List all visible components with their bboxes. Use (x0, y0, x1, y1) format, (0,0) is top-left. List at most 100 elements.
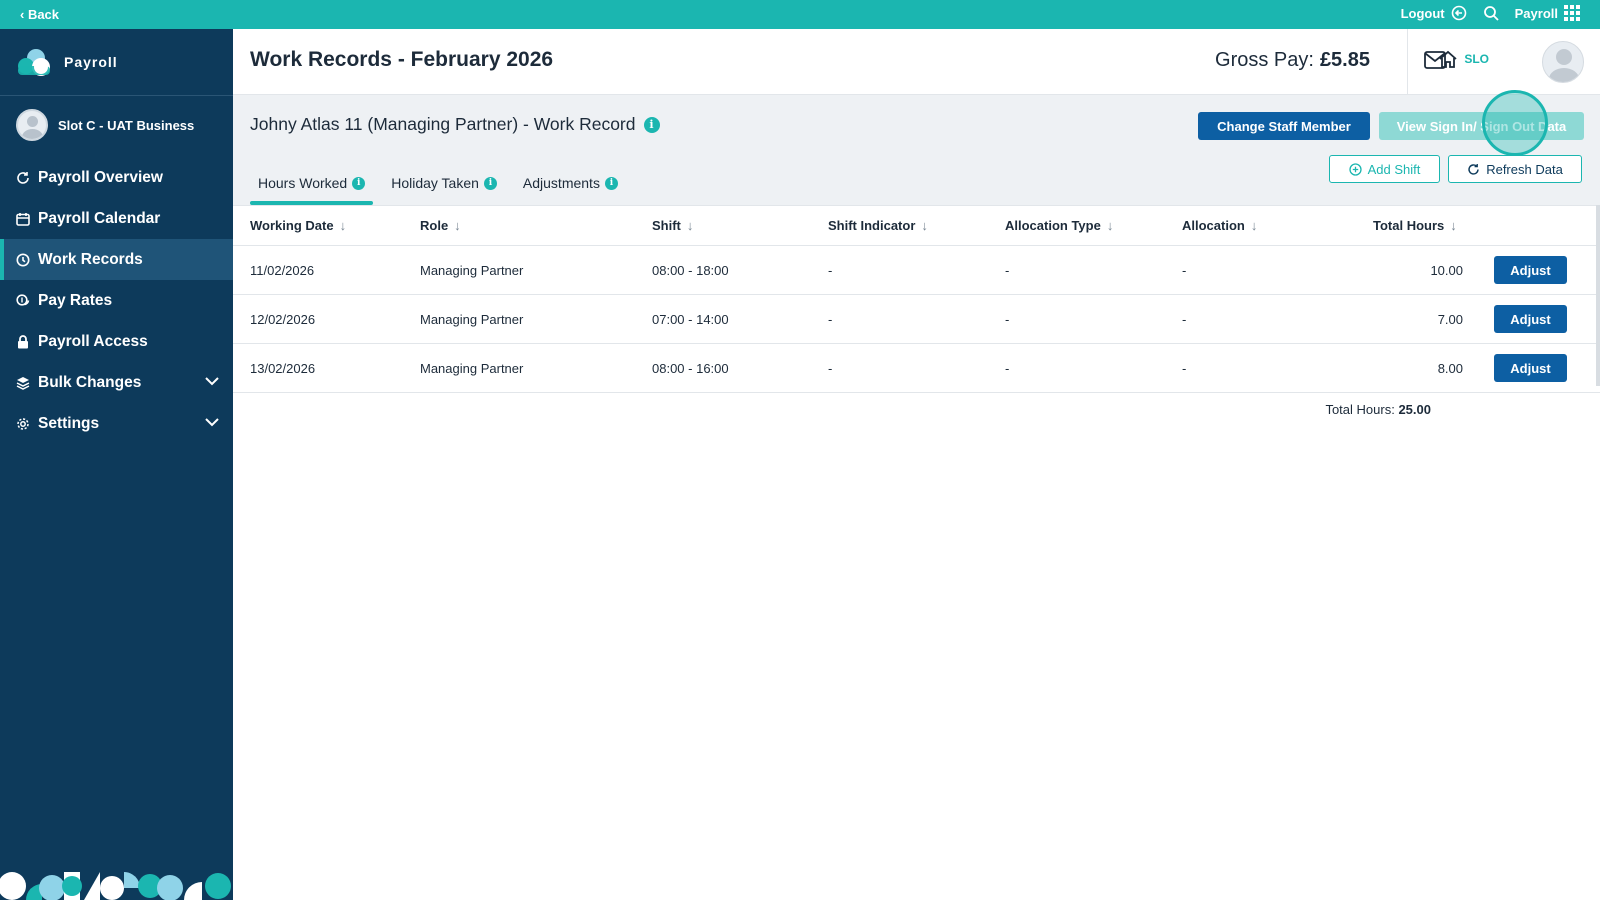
sort-arrow-icon: ↓ (339, 218, 347, 233)
lock-icon (18, 334, 28, 348)
grid-icon (1564, 5, 1580, 21)
column-header-allocation[interactable]: Allocation ↓ (1182, 206, 1257, 245)
column-header-shift-indicator[interactable]: Shift Indicator ↓ (828, 206, 928, 245)
cell-working-date: 13/02/2026 (250, 360, 316, 376)
sidebar-item-label: Work Records (38, 250, 143, 268)
search-icon[interactable] (1483, 5, 1499, 21)
sort-arrow-icon: ↓ (1250, 218, 1258, 233)
sidebar-item-label: Payroll Calendar (38, 209, 161, 227)
app-switcher[interactable]: Payroll (1515, 5, 1580, 21)
brand[interactable]: Payroll (16, 45, 118, 79)
adjust-button[interactable]: Adjust (1494, 305, 1567, 333)
business-name: Slot C - UAT Business (58, 117, 195, 133)
business-avatar (16, 109, 48, 141)
sidebar-item-pay-rates[interactable]: Pay Rates (0, 280, 233, 321)
cell-shift-indicator: - (828, 360, 833, 376)
sort-arrow-icon: ↓ (921, 218, 928, 233)
cell-allocation-type: - (1005, 311, 1010, 327)
home-link[interactable]: SLO (1438, 50, 1489, 68)
record-title-text: Johny Atlas 11 (Managing Partner) - Work… (250, 114, 636, 134)
tab-adjustments[interactable]: Adjustments i (515, 161, 626, 205)
work-records-table: Working Date ↓ Role ↓ Shift ↓ Shift Indicat… (233, 205, 1600, 393)
tab-holiday-taken[interactable]: Holiday Taken i (383, 161, 505, 205)
cell-shift: 07:00 - 14:00 (652, 311, 729, 327)
record-tabs: Hours Worked i Holiday Taken i Adjustmen… (250, 161, 636, 205)
cell-role: Managing Partner (420, 311, 524, 327)
sidebar-item-payroll-calendar[interactable]: Payroll Calendar (0, 198, 233, 239)
column-header-shift[interactable]: Shift ↓ (652, 206, 693, 245)
table-row: 11/02/2026 Managing Partner 08:00 - 18:0… (233, 246, 1600, 295)
sidebar-item-work-records[interactable]: Work Records (0, 239, 233, 280)
cell-allocation-type: - (1005, 360, 1010, 376)
clock-icon (16, 253, 30, 266)
column-header-total-hours[interactable]: Total Hours ↓ (1373, 206, 1457, 245)
cell-total-hours: 8.00 (1437, 360, 1463, 376)
total-hours-value: 25.00 (1398, 402, 1431, 417)
logout-button[interactable]: Logout (1401, 5, 1467, 21)
sort-arrow-icon: ↓ (1450, 218, 1457, 233)
add-shift-button[interactable]: Add Shift (1329, 155, 1440, 183)
view-sign-in-out-button[interactable]: View Sign In/ Sign Out Data (1379, 112, 1584, 140)
gross-pay: Gross Pay: £5.85 (1215, 49, 1370, 72)
cell-allocation-type: - (1005, 262, 1010, 278)
main-content: Johny Atlas 11 (Managing Partner) - Work… (233, 90, 1600, 900)
sidebar-divider (0, 95, 233, 96)
business-selector[interactable]: Slot C - UAT Business (16, 109, 194, 141)
record-title: Johny Atlas 11 (Managing Partner) - Work… (250, 114, 660, 135)
sidebar-item-label: Payroll Overview (38, 168, 163, 186)
user-avatar[interactable] (1542, 41, 1584, 83)
back-link[interactable]: ‹ Back (20, 7, 59, 22)
info-icon[interactable]: i (604, 176, 618, 190)
sidebar-item-payroll-overview[interactable]: Payroll Overview (0, 157, 233, 198)
cell-shift: 08:00 - 18:00 (652, 262, 729, 278)
sort-arrow-icon: ↓ (1106, 218, 1114, 233)
chevron-down-icon (205, 377, 219, 386)
sidebar-item-payroll-access[interactable]: Payroll Access (0, 321, 233, 362)
column-label: Total Hours (1373, 218, 1445, 233)
column-header-working-date[interactable]: Working Date ↓ (250, 206, 346, 245)
cell-role: Managing Partner (420, 262, 524, 278)
cell-shift: 08:00 - 16:00 (652, 360, 729, 376)
cell-shift-indicator: - (828, 262, 833, 278)
gear-icon (17, 417, 29, 430)
tab-label: Adjustments (522, 175, 600, 191)
table-scrollbar[interactable] (1596, 205, 1600, 386)
sidebar-item-label: Bulk Changes (38, 373, 142, 391)
sort-arrow-icon: ↓ (454, 218, 461, 233)
column-label: Shift Indicator (828, 218, 916, 233)
gross-pay-label: Gross Pay: (1215, 49, 1314, 71)
total-hours-summary: Total Hours: 25.00 (1325, 402, 1431, 417)
column-label: Shift (652, 218, 681, 233)
change-staff-button[interactable]: Change Staff Member (1198, 112, 1370, 140)
table-header-row: Working Date ↓ Role ↓ Shift ↓ Shift Indicat… (233, 206, 1600, 246)
cell-working-date: 11/02/2026 (250, 262, 315, 278)
layers-icon (16, 376, 30, 390)
info-icon[interactable]: i (352, 176, 366, 190)
refresh-icon (17, 171, 29, 184)
sidebar-item-settings[interactable]: Settings (0, 403, 233, 444)
chevron-down-icon (205, 418, 219, 427)
sidebar: Payroll Slot C - UAT Business Payroll Ov… (0, 29, 233, 900)
cell-total-hours: 7.00 (1437, 311, 1463, 327)
app-switcher-label: Payroll (1514, 5, 1558, 21)
sidebar-item-label: Payroll Access (38, 332, 148, 350)
column-header-role[interactable]: Role ↓ (420, 206, 461, 245)
calendar-icon (16, 212, 30, 226)
refresh-data-label: Refresh Data (1486, 161, 1563, 177)
refresh-data-button[interactable]: Refresh Data (1448, 155, 1582, 183)
sidebar-item-bulk-changes[interactable]: Bulk Changes (0, 362, 233, 403)
info-icon[interactable]: i (643, 116, 660, 133)
decorative-pattern (0, 866, 233, 900)
home-label: SLO (1464, 52, 1489, 66)
info-icon[interactable]: i (483, 176, 497, 190)
adjust-button[interactable]: Adjust (1494, 256, 1567, 284)
cell-working-date: 12/02/2026 (250, 311, 316, 327)
tab-label: Holiday Taken (391, 175, 479, 191)
tab-hours-worked[interactable]: Hours Worked i (250, 161, 374, 205)
adjust-button[interactable]: Adjust (1494, 354, 1567, 382)
cell-allocation: - (1182, 360, 1187, 376)
page-header: Work Records - February 2026 Gross Pay: £… (233, 29, 1600, 95)
column-header-allocation-type[interactable]: Allocation Type ↓ (1005, 206, 1113, 245)
cell-allocation: - (1182, 311, 1187, 327)
total-hours-label: Total Hours: (1325, 402, 1395, 417)
